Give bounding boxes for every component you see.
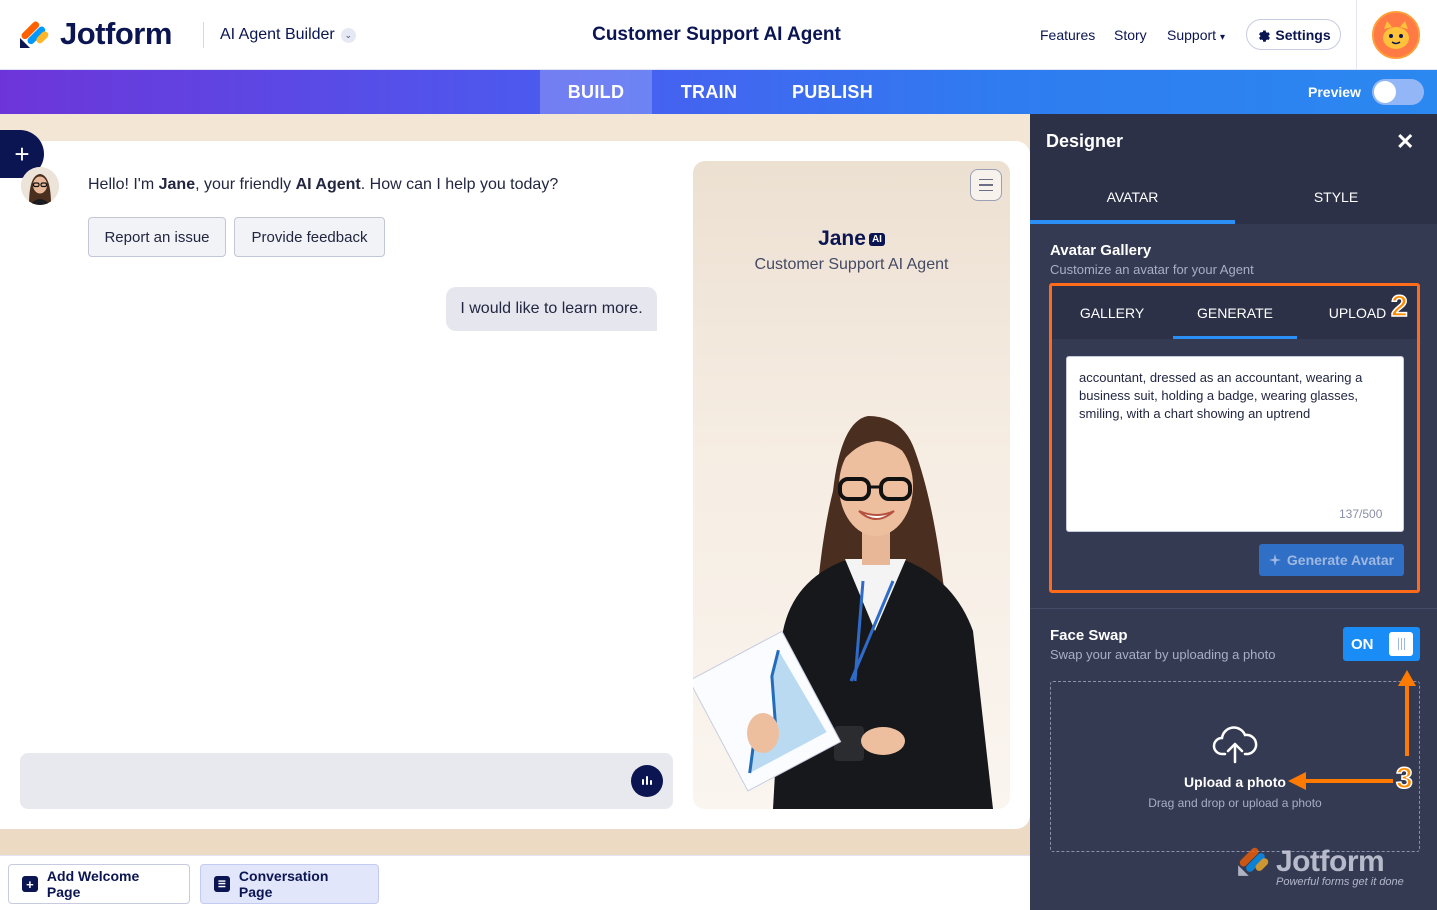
plus-icon: + bbox=[14, 138, 30, 169]
toggle-knob bbox=[1389, 632, 1413, 656]
nav-features[interactable]: Features bbox=[1040, 27, 1095, 43]
nav-support[interactable]: Support ▾ bbox=[1167, 27, 1225, 43]
face-swap-toggle[interactable]: ON bbox=[1343, 627, 1420, 661]
section-divider bbox=[1030, 608, 1437, 609]
avatar-divider bbox=[1356, 0, 1357, 70]
conversation-page-button[interactable]: ☰ Conversation Page bbox=[200, 864, 379, 904]
nav-story[interactable]: Story bbox=[1114, 27, 1147, 43]
greeting-agent-name: Jane bbox=[158, 176, 196, 193]
agent-chat-avatar bbox=[21, 167, 59, 205]
chevron-down-icon: ▾ bbox=[1219, 32, 1225, 43]
preview-toggle[interactable] bbox=[1372, 79, 1424, 105]
face-swap-subtitle: Swap your avatar by uploading a photo bbox=[1050, 647, 1276, 662]
add-welcome-page-button[interactable]: + Add Welcome Page bbox=[8, 864, 190, 904]
header-divider bbox=[203, 22, 204, 48]
tab-avatar[interactable]: AVATAR bbox=[1030, 169, 1235, 224]
brand-name: Jotform bbox=[60, 16, 172, 51]
tab-build[interactable]: BUILD bbox=[540, 70, 652, 114]
agent-greeting: Hello! I'm Jane, your friendly AI Agent.… bbox=[88, 176, 558, 194]
settings-button[interactable]: Settings bbox=[1246, 19, 1341, 50]
agent-avatar-image bbox=[21, 167, 59, 205]
close-icon[interactable]: ✕ bbox=[1396, 129, 1414, 155]
greeting-mid: , your friendly bbox=[195, 176, 296, 193]
designer-title: Designer bbox=[1046, 131, 1124, 151]
settings-label: Settings bbox=[1275, 26, 1331, 43]
page-title[interactable]: Customer Support AI Agent bbox=[592, 24, 841, 45]
avatar-gallery-title: Avatar Gallery bbox=[1050, 242, 1152, 259]
avatar-prompt-input[interactable]: accountant, dressed as an accountant, we… bbox=[1066, 356, 1404, 532]
chat-input[interactable] bbox=[20, 753, 673, 809]
agent-card-name: Jane AI bbox=[693, 227, 1010, 251]
cloud-upload-icon bbox=[1212, 726, 1258, 764]
user-avatar[interactable] bbox=[1372, 11, 1420, 59]
chat-bubble-icon: ☰ bbox=[214, 876, 230, 892]
tab-train[interactable]: TRAIN bbox=[665, 70, 753, 114]
mode-bar: BUILD TRAIN PUBLISH Preview bbox=[0, 70, 1437, 114]
jotform-logo[interactable]: Jotform bbox=[18, 16, 172, 52]
menu-icon[interactable] bbox=[970, 169, 1002, 201]
ai-badge: AI bbox=[868, 233, 885, 246]
avatar-gallery-subtitle: Customize an avatar for your Agent bbox=[1050, 262, 1254, 277]
user-message-bubble: I would like to learn more. bbox=[446, 287, 657, 331]
annotation-2: 2 bbox=[1390, 289, 1408, 324]
watermark-logo-icon bbox=[1238, 847, 1269, 876]
agent-card-role: Customer Support AI Agent bbox=[754, 256, 949, 273]
generate-avatar-button[interactable]: Generate Avatar bbox=[1259, 544, 1404, 576]
chevron-down-icon: ⌄ bbox=[340, 27, 356, 43]
annotation-3: 3 bbox=[1395, 761, 1413, 796]
product-label: AI Agent Builder bbox=[220, 26, 335, 43]
preview-toggle-knob bbox=[1374, 81, 1396, 103]
tab-avatar-indicator bbox=[1030, 220, 1235, 224]
voice-button[interactable] bbox=[631, 765, 663, 797]
add-welcome-label: Add Welcome Page bbox=[46, 868, 140, 900]
jotform-logo-icon bbox=[20, 21, 49, 48]
user-avatar-icon bbox=[1374, 13, 1418, 57]
add-square-icon: + bbox=[22, 876, 38, 892]
greeting-agent-type: AI Agent bbox=[295, 176, 361, 193]
product-switcher[interactable]: AI Agent Builder ⌄ bbox=[220, 26, 356, 44]
gear-icon bbox=[1259, 30, 1271, 42]
agent-card-name-text: Jane bbox=[818, 227, 866, 250]
sparkle-icon bbox=[1268, 554, 1281, 566]
greeting-prefix: Hello! I'm bbox=[88, 176, 159, 193]
waveform-icon bbox=[642, 776, 652, 785]
character-counter: 137/500 bbox=[1339, 507, 1383, 521]
tab-publish[interactable]: PUBLISH bbox=[780, 70, 885, 114]
face-swap-title: Face Swap bbox=[1050, 627, 1128, 644]
preview-label: Preview bbox=[1308, 84, 1361, 100]
generate-avatar-label: Generate Avatar bbox=[1286, 552, 1395, 568]
nav-support-label: Support bbox=[1167, 27, 1217, 43]
watermark-tagline: Powerful forms get it done bbox=[1276, 876, 1404, 888]
provide-feedback-button[interactable]: Provide feedback bbox=[234, 217, 385, 257]
conversation-label: Conversation Page bbox=[238, 868, 329, 900]
toggle-state-label: ON bbox=[1351, 636, 1374, 653]
report-issue-button[interactable]: Report an issue bbox=[88, 217, 226, 257]
watermark-brand: Jotform bbox=[1276, 845, 1385, 878]
greeting-suffix: . How can I help you today? bbox=[360, 176, 559, 193]
tab-style[interactable]: STYLE bbox=[1235, 169, 1437, 224]
